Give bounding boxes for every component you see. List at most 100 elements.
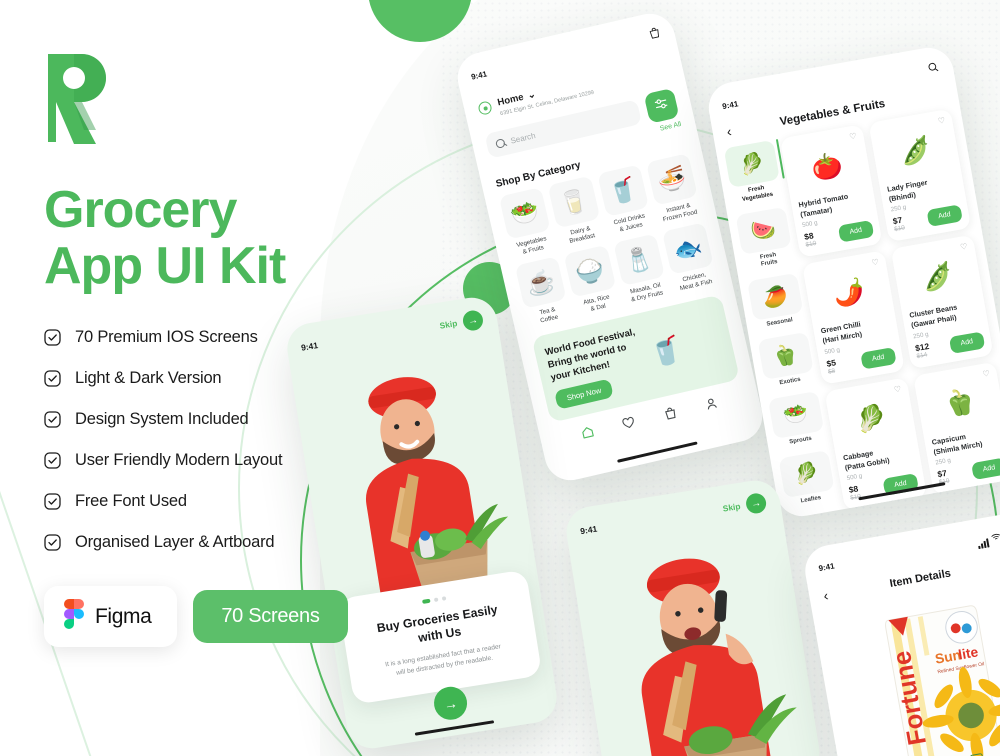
product-card[interactable]: ♡ 🫛 Cluster Beans (Gawar Phali) 250 g $12 $14… bbox=[890, 235, 994, 370]
add-to-cart-button[interactable]: Add bbox=[948, 331, 986, 354]
phone-mockup-item-details[interactable]: 9:41 ‹ Item Details Fortune Sun lite Ref… bbox=[801, 510, 1000, 756]
category-cell[interactable]: 🍜 Instant & Frozen Food bbox=[645, 153, 703, 225]
product-image: 🫛 bbox=[920, 260, 956, 294]
feature-label: Light & Dark Version bbox=[75, 369, 222, 388]
check-square-icon bbox=[44, 370, 61, 387]
category-cell[interactable]: 🥗 Vegetables & Fruits bbox=[498, 186, 556, 259]
heart-icon[interactable]: ♡ bbox=[849, 131, 858, 141]
page-title: Grocery App UI Kit bbox=[44, 182, 374, 294]
next-arrow-icon[interactable]: → bbox=[461, 309, 485, 332]
product-old-price: $14 bbox=[916, 351, 928, 360]
footer-badges: Figma 70 Screens bbox=[44, 586, 374, 648]
product-card[interactable]: ♡ 🫛 Lady Finger (Bhindi) 250 g $7 $10 Add bbox=[868, 108, 972, 243]
category-cell[interactable]: 🥤 Cold Drinks & Juices bbox=[596, 164, 654, 236]
product-image: 🥬 bbox=[853, 402, 890, 436]
product-photo-sunflower-oil: Fortune Sun lite Refined Sunflower Oil bbox=[813, 577, 1000, 756]
category-image: 🥤 bbox=[596, 164, 649, 217]
list-item: Light & Dark Version bbox=[44, 369, 374, 388]
page-dot-active[interactable] bbox=[422, 598, 431, 604]
page-dot[interactable] bbox=[441, 596, 447, 601]
figma-logo-icon bbox=[64, 599, 84, 634]
add-to-cart-button[interactable]: Add bbox=[859, 346, 897, 370]
category-rail-thumb: 🥗 bbox=[767, 390, 825, 439]
add-to-cart-button[interactable]: Add bbox=[926, 204, 963, 228]
brand-logo-r-icon bbox=[44, 52, 122, 144]
status-indicators bbox=[976, 524, 1000, 550]
heart-icon[interactable]: ♡ bbox=[871, 258, 880, 268]
headline-line-1: Grocery bbox=[44, 181, 237, 239]
category-cell[interactable]: 🐟 Chicken, Meat & Fish bbox=[661, 222, 719, 294]
category-cell[interactable]: 🧂 Masala, Oil & Dry Fruits bbox=[612, 233, 670, 306]
left-content-column: Grocery App UI Kit 70 Premium IOS Screen… bbox=[44, 52, 374, 648]
bag-icon[interactable] bbox=[661, 405, 679, 423]
product-price: $5 bbox=[825, 357, 837, 369]
product-card[interactable]: ♡ 🥬 Cabbage (Patta Gobhi) 500 g $8 $10 Add bbox=[824, 377, 928, 512]
feature-label: User Friendly Modern Layout bbox=[75, 451, 283, 470]
promo-text-block: World Food Festival, Bring the world to … bbox=[544, 325, 654, 411]
page-dot[interactable] bbox=[433, 597, 439, 602]
product-image: 🫛 bbox=[897, 134, 934, 168]
filter-sliders-icon bbox=[653, 95, 671, 117]
figma-label: Figma bbox=[95, 604, 152, 628]
category-rail-item[interactable]: 🥗 Sprouts bbox=[767, 390, 826, 450]
category-image: 🍚 bbox=[563, 244, 616, 298]
search-icon[interactable] bbox=[927, 59, 941, 79]
heart-icon[interactable] bbox=[620, 414, 638, 432]
list-item: Free Font Used bbox=[44, 492, 374, 511]
category-rail-item[interactable]: 🥬 Fresh Vegetables bbox=[723, 139, 783, 206]
promo-product-image: 🥤 bbox=[646, 333, 686, 370]
check-square-icon bbox=[44, 534, 61, 551]
category-image: 🥛 bbox=[547, 175, 600, 229]
home-icon[interactable] bbox=[578, 424, 596, 442]
add-to-cart-button[interactable]: Add bbox=[837, 220, 875, 244]
feature-label: Organised Layer & Artboard bbox=[75, 533, 275, 552]
headline-line-2: App UI Kit bbox=[44, 237, 286, 296]
category-image: 🐟 bbox=[661, 222, 714, 275]
category-rail-item[interactable]: 🥬 Leafies bbox=[778, 449, 836, 509]
status-time: 9:41 bbox=[817, 560, 836, 573]
feature-label: 70 Premium IOS Screens bbox=[75, 328, 258, 347]
figma-badge[interactable]: Figma bbox=[44, 586, 178, 648]
status-time: 9:41 bbox=[721, 98, 739, 111]
screens-count-badge[interactable]: 70 Screens bbox=[193, 590, 348, 644]
filter-button[interactable] bbox=[643, 87, 680, 124]
category-rail-item[interactable]: 🍉 Fresh Fruits bbox=[735, 206, 794, 272]
item-details-screen: 9:41 ‹ Item Details Fortune Sun lite Ref… bbox=[801, 510, 1000, 756]
product-card[interactable]: ♡ 🍅 Hybrid Tomato (Tamatar) 500 g $8 $10 Add bbox=[779, 124, 883, 259]
feature-label: Design System Included bbox=[75, 410, 249, 429]
category-cell[interactable]: 🍚 Atta, Rice & Dal bbox=[563, 244, 621, 317]
shopping-bag-icon[interactable] bbox=[647, 24, 662, 44]
category-image: 🍜 bbox=[645, 153, 698, 206]
category-rail-item[interactable]: 🥭 Seasonal bbox=[747, 272, 805, 332]
check-square-icon bbox=[44, 411, 61, 428]
heart-icon[interactable]: ♡ bbox=[937, 116, 946, 126]
wifi-icon bbox=[989, 527, 1000, 546]
list-item: 70 Premium IOS Screens bbox=[44, 328, 374, 347]
add-to-cart-button[interactable]: Add bbox=[970, 457, 1000, 481]
chevron-down-icon[interactable]: ⌄ bbox=[527, 89, 537, 102]
heart-icon[interactable]: ♡ bbox=[982, 369, 991, 379]
shop-now-button[interactable]: Shop Now bbox=[554, 378, 614, 411]
category-image: 🥗 bbox=[498, 186, 551, 240]
skip-label: Skip bbox=[438, 318, 458, 331]
product-old-price: $10 bbox=[893, 224, 906, 234]
check-square-icon bbox=[44, 452, 61, 469]
category-rail-thumb: 🥬 bbox=[778, 449, 835, 498]
product-card[interactable]: ♡🫑Capsicum (Shimla Mirch)250 g$7$10Add bbox=[913, 361, 1000, 496]
location-pin-icon bbox=[477, 100, 493, 116]
category-rail-thumb: 🍉 bbox=[735, 206, 792, 255]
search-icon bbox=[494, 137, 506, 149]
search-placeholder: Search bbox=[509, 130, 537, 146]
category-rail-item[interactable]: 🫑 Exotics bbox=[757, 331, 816, 391]
feature-list: 70 Premium IOS Screens Light & Dark Vers… bbox=[44, 328, 374, 552]
heart-icon[interactable]: ♡ bbox=[893, 384, 902, 394]
heart-icon[interactable]: ♡ bbox=[960, 242, 969, 252]
product-image: 🌶️ bbox=[831, 276, 867, 310]
person-icon[interactable] bbox=[703, 395, 721, 413]
category-cell[interactable]: ☕ Tea & Coffee bbox=[514, 256, 572, 328]
list-item: User Friendly Modern Layout bbox=[44, 451, 374, 470]
category-cell[interactable]: 🥛 Dairy & Breakfast bbox=[547, 175, 605, 248]
product-old-price: $8 bbox=[827, 367, 836, 376]
product-card[interactable]: ♡ 🌶️ Green Chilli (Hari Mirch) 500 g $5 $8 Add bbox=[802, 250, 905, 385]
signal-icon bbox=[977, 538, 990, 550]
